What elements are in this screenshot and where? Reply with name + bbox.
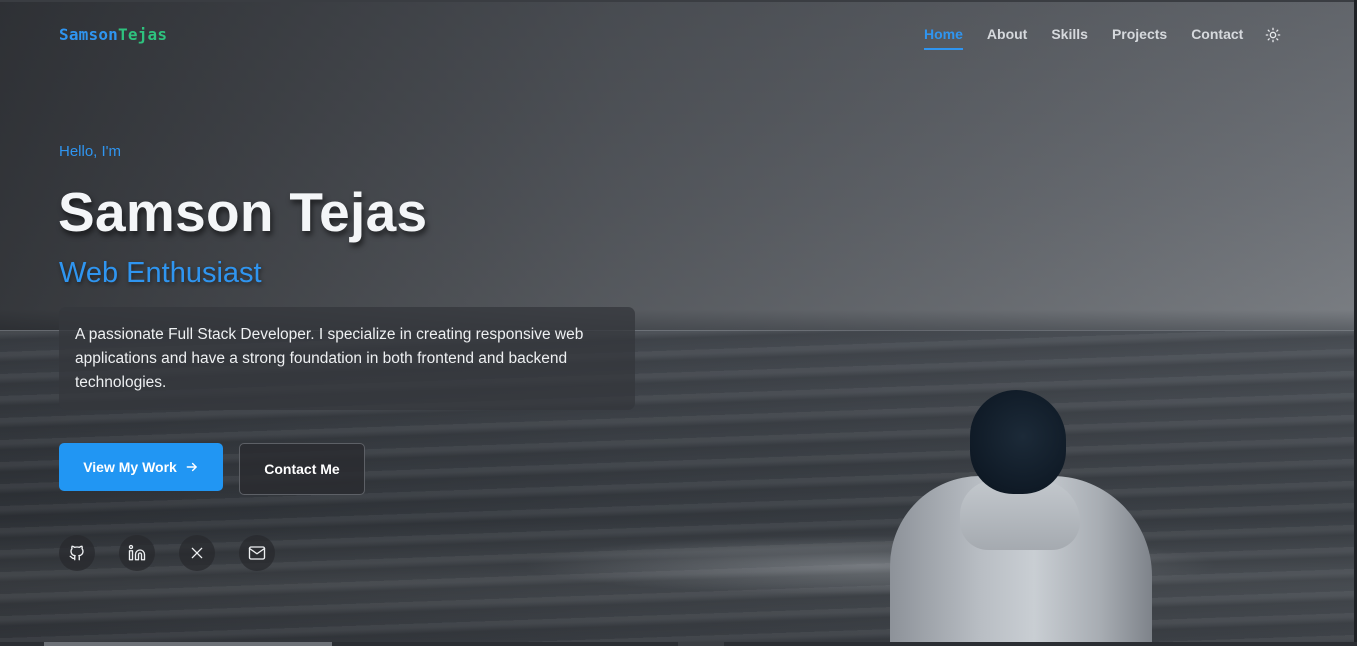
main-nav: Home About Skills Projects Contact (924, 26, 1243, 50)
linkedin-link[interactable] (119, 535, 155, 571)
brand-logo[interactable]: SamsonTejas (59, 25, 167, 44)
nav-projects[interactable]: Projects (1112, 26, 1167, 50)
hero-greeting: Hello, I'm (59, 143, 122, 160)
nav-home[interactable]: Home (924, 26, 963, 50)
theme-toggle-button[interactable] (1262, 24, 1284, 46)
contact-me-button[interactable]: Contact Me (239, 443, 365, 495)
hero-role: Web Enthusiast (59, 257, 262, 289)
github-icon (69, 545, 84, 561)
bottom-strip-segment (678, 642, 724, 646)
bottom-strip (0, 642, 1357, 646)
mail-icon (248, 546, 266, 560)
nav-skills[interactable]: Skills (1051, 26, 1088, 50)
linkedin-icon (128, 544, 146, 561)
view-my-work-button[interactable]: View My Work (59, 443, 223, 491)
sun-icon (1265, 27, 1281, 43)
x-link[interactable] (179, 535, 215, 571)
x-icon (191, 547, 203, 559)
brand-first: Samson (59, 25, 118, 44)
email-link[interactable] (239, 535, 275, 571)
bottom-strip-segment (44, 642, 332, 646)
arrow-right-icon (186, 462, 197, 472)
contact-me-label: Contact Me (264, 461, 340, 477)
view-my-work-label: View My Work (83, 459, 177, 475)
nav-about[interactable]: About (987, 26, 1027, 50)
github-link[interactable] (59, 535, 95, 571)
window-top-border (0, 0, 1357, 2)
person-silhouette-head (970, 390, 1066, 494)
hero-name: Samson Tejas (58, 181, 428, 243)
hero-bio: A passionate Full Stack Developer. I spe… (59, 307, 635, 410)
brand-last: Tejas (118, 25, 168, 44)
nav-contact[interactable]: Contact (1191, 26, 1243, 50)
